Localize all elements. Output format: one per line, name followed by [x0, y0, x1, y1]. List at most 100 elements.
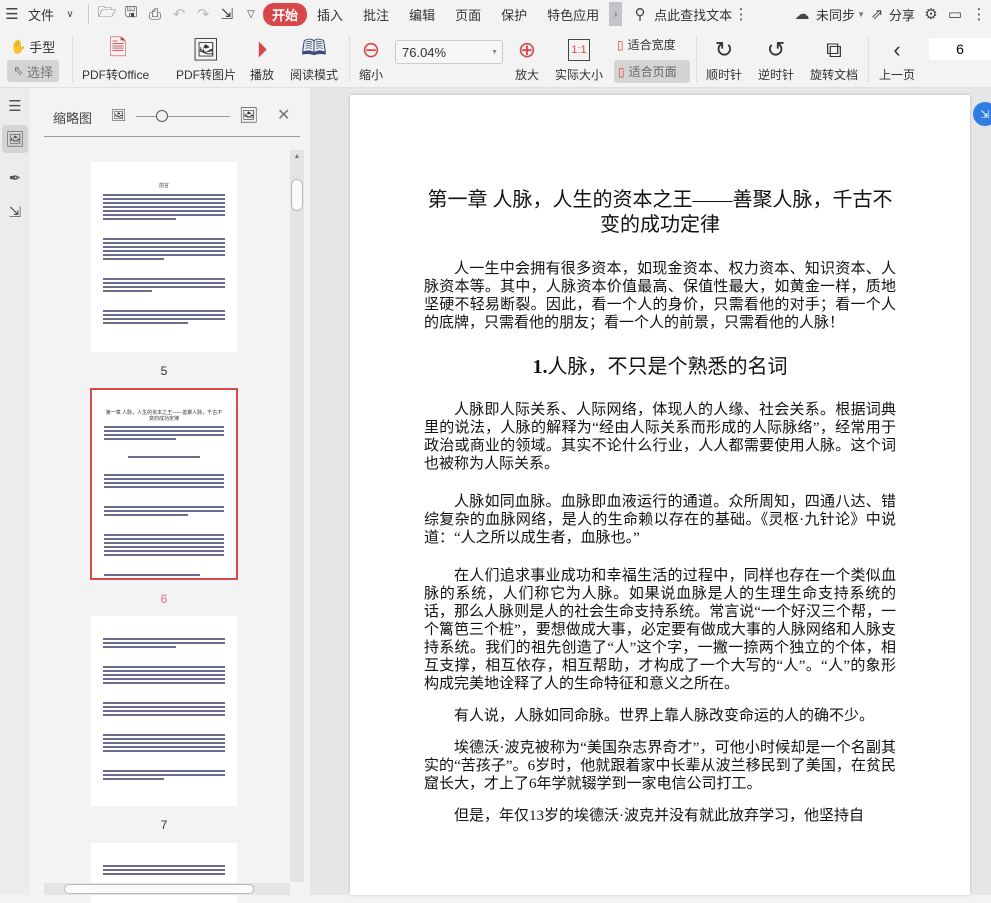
intro-paragraph: 人一生中会拥有很多资本，如现金资本、权力资本、知识资本、人脉资本等。其中，人脉资… [424, 261, 896, 331]
paragraph: 但是，年仅13岁的埃德沃·波克并没有就此放弃学习，他坚持自 [454, 808, 864, 824]
export-word-icon[interactable]: ⇲ [2, 198, 28, 226]
select-tool-button[interactable]: ⇖ 选择 [7, 60, 59, 82]
scrollbar-thumb[interactable] [291, 179, 303, 211]
vertical-scrollbar[interactable]: ▲ [290, 150, 304, 882]
thumbnail-label: 5 [160, 364, 168, 378]
fit-width-label: 适合宽度 [627, 38, 676, 52]
fit-page-icon: ▯ [618, 64, 625, 79]
pen-annotation-icon[interactable]: ✒ [2, 164, 28, 192]
rotate-doc-label: 旋转文档 [809, 68, 858, 82]
outline-list-icon[interactable]: ☰ [2, 92, 28, 120]
rotate-counterclockwise-button[interactable]: ↺ 逆时针 [755, 34, 797, 83]
actual-size-icon: 1:1 [568, 34, 590, 66]
pdf-to-image-button[interactable]: 🖼 PDF转图片 [175, 34, 237, 83]
fit-width-icon: ▯ [617, 37, 624, 52]
rotate-clockwise-button[interactable]: ↻ 顺时针 [703, 34, 745, 83]
tab-start[interactable]: 开始 [263, 2, 308, 26]
section-title: 人脉，不只是个熟悉的名词 [547, 356, 788, 378]
paragraph: 人脉如同血脉。血脉即血液运行的通道。众所周知，四通八达、错综复杂的血脉网络，是人… [424, 494, 896, 546]
export-word-icon: ⇲ [980, 108, 990, 121]
tabs-scroll-right-button[interactable]: › [609, 2, 623, 26]
thumbnail-panel: 缩略图 🖼 🖼 ✕ 前言 5 第一章 人脉，人生的资本之王——善聚人脉，千古不变… [35, 88, 310, 903]
tab-insert[interactable]: 插入 [307, 5, 353, 24]
hand-icon: ✋ [10, 38, 27, 54]
horizontal-scrollbar[interactable] [44, 883, 290, 895]
thumbnail-heading: 第一章 人脉，人生的资本之王——善聚人脉，千古不变的成功定律 [105, 410, 223, 422]
undo-icon[interactable]: ↶ [167, 2, 191, 26]
search-icon: ⚲ [634, 6, 646, 23]
zoom-out-button[interactable]: ⊖ 缩小 [356, 34, 386, 83]
redo-icon[interactable]: ↷ [191, 2, 215, 26]
large-image-icon: 🖼 [239, 107, 259, 124]
zoom-level-select[interactable]: 76.04% ▼ [395, 40, 503, 64]
floating-assistant-button[interactable]: ⇲ [973, 102, 991, 126]
divider [696, 36, 697, 82]
thumbnail-size-slider[interactable] [136, 116, 230, 117]
zoom-in-button[interactable]: ⊕ 放大 [512, 34, 542, 83]
tab-page[interactable]: 页面 [445, 5, 491, 24]
image-export-icon: 🖼 [192, 37, 220, 62]
rotate-counterclockwise-icon: ↺ [766, 37, 786, 62]
clockwise-label: 顺时针 [705, 68, 742, 82]
previous-page-button[interactable]: ‹ 上一页 [876, 34, 918, 83]
open-folder-icon[interactable]: 🗁 [95, 2, 119, 26]
file-menu[interactable]: 文件 [24, 5, 58, 24]
rotate-document-icon: ⧉ [826, 37, 842, 62]
actual-size-label: 实际大小 [554, 68, 603, 82]
play-button[interactable]: ⏵ 播放 [247, 34, 277, 83]
more-vertical-icon[interactable]: ⋮ [967, 2, 991, 26]
thumbnail-image-icon[interactable]: 🖼 [2, 125, 28, 153]
hamburger-menu-icon[interactable]: ☰ [0, 2, 24, 26]
rotate-document-button[interactable]: ⧉ 旋转文档 [808, 34, 860, 83]
toolbar: ✋手型 ⇖选择 🗎PDF转Office ▼ 🖼PDF转图片 ⏵播放 🕮阅读模式 … [0, 28, 991, 96]
prev-page-label: 上一页 [878, 68, 915, 82]
save-icon[interactable]: 🖫 [119, 2, 143, 26]
slider-handle[interactable] [156, 110, 168, 122]
tab-edit[interactable]: 编辑 [399, 5, 445, 24]
scroll-up-arrow-icon[interactable]: ▲ [290, 153, 304, 160]
chevron-down-icon[interactable]: ∨ [58, 2, 82, 26]
search-text-button[interactable]: 点此查找文本 [652, 5, 734, 24]
read-mode-label: 阅读模式 [289, 68, 338, 82]
export-word-icon[interactable]: ⇲ [215, 2, 239, 26]
close-icon[interactable]: ✕ [277, 105, 290, 125]
pdf-to-word-icon: 🗎 [109, 35, 127, 60]
tab-protect[interactable]: 保护 [491, 5, 537, 24]
fit-width-button[interactable]: ▯ 适合宽度 [617, 36, 676, 53]
thumbnail-page-5[interactable]: 前言 [91, 162, 237, 352]
paragraph: 人脉即人际关系、人际网络，体现人的人缘、社会关系。根据词典里的说法，人脉的解释为… [424, 402, 896, 472]
small-image-icon: 🖼 [111, 108, 127, 122]
cursor-arrow-icon: ⇖ [13, 63, 24, 78]
tab-special[interactable]: 特色应用 [537, 5, 609, 24]
share-button[interactable]: 分享 [889, 5, 919, 24]
chevron-down-icon[interactable]: ▼ [857, 10, 865, 19]
counterclockwise-label: 逆时针 [757, 68, 794, 82]
play-icon: ⏵ [256, 37, 268, 62]
settings-gear-icon[interactable]: ⚙ [919, 2, 943, 26]
more-dropdown-icon[interactable]: ▽ [239, 2, 263, 26]
hand-tool-button[interactable]: ✋ 手型 [10, 37, 55, 56]
paragraph: 在人们追求事业成功和幸福生活的过程中，同样也存在一个类似血脉的系统，人们称它为人… [424, 568, 896, 692]
read-mode-button[interactable]: 🕮 阅读模式 [288, 34, 340, 83]
print-icon[interactable]: ⎙ [143, 2, 167, 26]
thumbnail-label-selected: 6 [160, 592, 168, 606]
chapter-title: 第一章 人脉，人生的资本之王——善聚人脉，千古不变的成功定律 [427, 189, 893, 236]
zoom-value: 76.04% [402, 44, 447, 60]
comment-icon[interactable]: ▭ [943, 2, 967, 26]
tab-comment[interactable]: 批注 [353, 5, 399, 24]
page-number-input[interactable]: 6 [929, 38, 991, 60]
book-icon: 🕮 [301, 35, 327, 60]
section-heading: 1.人脉，不只是个熟悉的名词 [424, 350, 896, 379]
actual-size-button[interactable]: 1:1 实际大小 [553, 34, 605, 83]
divider [868, 36, 869, 82]
thumbnail-page-6-selected[interactable]: 第一章 人脉，人生的资本之王——善聚人脉，千古不变的成功定律 [90, 388, 238, 580]
more-options-icon[interactable]: ⋮ [734, 2, 749, 26]
share-icon: ⇗ [870, 6, 884, 23]
hand-label: 手型 [29, 40, 56, 55]
document-content: 第一章 人脉，人生的资本之王——善聚人脉，千古不变的成功定律 人一生中会拥有很多… [424, 188, 896, 825]
cloud-sync-icon: ☁ [794, 6, 810, 23]
scrollbar-thumb[interactable] [64, 884, 254, 894]
fit-page-button[interactable]: ▯ 适合页面 [614, 60, 690, 83]
sync-status-button[interactable]: 未同步 [814, 5, 857, 24]
thumbnail-page-7[interactable] [91, 616, 237, 806]
